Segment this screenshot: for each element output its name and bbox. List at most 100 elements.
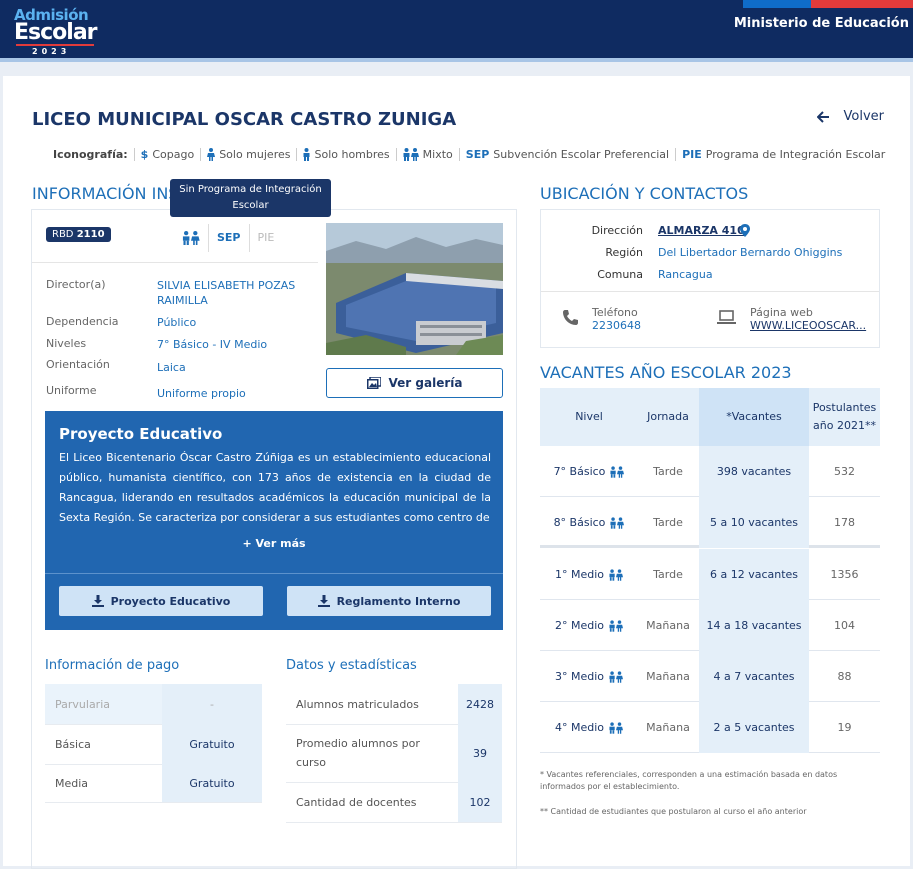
vac-jornada: Tarde [653,568,683,581]
pie-tooltip: Sin Programa de Integración Escolar [170,179,331,217]
mixed-icon [609,721,624,734]
field-key: Orientación [46,358,110,371]
school-photo[interactable] [326,223,503,355]
legend-text: Programa de Integración Escolar [705,148,886,161]
pago-level: Básica [55,737,91,751]
school-name: LICEO MUNICIPAL OSCAR CASTRO ZUNIGA [32,109,457,130]
image-icon [366,377,381,389]
vac-nivel: 2° Medio [554,619,605,632]
arrow-left-icon [816,110,829,123]
legend-mixto: Mixto [395,148,459,161]
pago-value: Gratuito [162,764,262,802]
vac-postulantes: 178 [834,516,855,529]
legend-text: Solo mujeres [219,148,291,161]
header-postulantes: Postulantes año 2021** [812,401,877,432]
iconography-legend: Iconografía: $ Copago Solo mujeres Solo h… [53,148,891,161]
vac-vacantes: 5 a 10 vacantes [699,497,809,548]
pie-chip[interactable]: PIE [248,224,283,252]
table-row: Parvularia - [45,684,262,725]
map-pin-icon[interactable] [740,224,750,237]
program-chips: SEP PIE [174,224,282,252]
rbd-value: 2110 [76,229,105,240]
mixed-icon [610,465,625,478]
web-block: Página web WWW.LICEOOSCAR... [750,306,866,332]
field-key: Niveles [46,337,87,350]
comuna-value: Rancagua [658,268,713,281]
vac-nivel: 8° Básico [553,516,606,529]
legend-text: Solo hombres [314,148,390,161]
download-proyecto-button[interactable]: Proyecto Educativo [59,586,263,616]
web-link[interactable]: WWW.LICEOOSCAR... [750,319,866,332]
table-row: Promedio alumnos por curso 39 [286,724,502,783]
ministry-brand: Ministerio de Educación [734,0,913,40]
region-value: Del Libertador Bernardo Ohiggins [658,246,843,259]
vac-nivel: 3° Medio [554,670,605,683]
vac-postulantes: 1356 [830,568,859,581]
logo-year: 2023 [32,47,71,56]
telefono-label: Teléfono [592,306,638,319]
table-row: 1° Medio Tarde 6 a 12 vacantes 1356 [540,549,880,600]
note-vacantes: * Vacantes referenciales, corresponden a… [540,770,838,791]
vac-jornada: Tarde [653,516,683,529]
direccion-label: Dirección [591,224,643,237]
vac-vacantes: 398 vacantes [699,446,809,497]
proyecto-educativo-panel: Proyecto Educativo El Liceo Bicentenario… [45,411,503,630]
logo-bar [16,44,94,46]
pago-value: Gratuito [162,724,262,764]
download-reglamento-button[interactable]: Reglamento Interno [287,586,491,616]
vac-postulantes: 532 [834,465,855,478]
table-row: 4° Medio Mañana 2 a 5 vacantes 19 [540,702,880,753]
datos-value: 2428 [458,684,502,724]
gallery-label: Ver galería [388,376,463,390]
gallery-button[interactable]: Ver galería [326,368,503,398]
vacantes-header: Nivel Jornada *Vacantes Postulantes año … [540,388,880,446]
vac-vacantes: 14 a 18 vacantes [699,600,809,651]
logo-line2: Escolar [14,20,98,45]
download-icon [91,595,104,607]
ver-mas-link[interactable]: + Ver más [45,537,503,550]
table-row: Básica Gratuito [45,724,262,765]
datos-value: 39 [458,724,502,782]
field-key: Dependencia [46,315,119,328]
female-icon [207,148,216,161]
back-link[interactable]: Volver [816,109,885,124]
comuna-label: Comuna [597,268,643,281]
datos-value: 102 [458,782,502,822]
header-nivel: Nivel [575,410,603,423]
mixed-icon [610,516,625,529]
table-row: 7° Básico Tarde 398 vacantes 532 [540,446,880,497]
vacantes-title: VACANTES AÑO ESCOLAR 2023 [540,363,792,382]
sep-chip[interactable]: SEP [208,224,249,252]
vac-jornada: Tarde [653,465,683,478]
mixed-icon [609,670,624,683]
back-label: Volver [843,109,885,124]
admision-escolar-logo[interactable]: Admisión Escolar 2023 [14,6,104,56]
ubicacion-title: UBICACIÓN Y CONTACTOS [540,184,749,203]
note-postulantes: ** Cantidad de estudiantes que postularo… [540,807,807,816]
field-key: Uniforme [46,384,97,397]
datos-title: Datos y estadísticas [286,658,417,673]
ubicacion-panel: Dirección ALMARZA 410 Región Del Liberta… [540,209,880,348]
field-value: 7° Básico - IV Medio [157,338,268,351]
vac-nivel: 7° Básico [553,465,606,478]
mixed-chip[interactable] [174,224,208,252]
mixed-icon [403,148,419,161]
table-row: 2° Medio Mañana 14 a 18 vacantes 104 [540,600,880,651]
pago-level: Parvularia [45,684,162,724]
legend-hombres: Solo hombres [296,148,395,161]
legend-text: Mixto [422,148,453,161]
legend-text: Subvención Escolar Preferencial [493,148,670,161]
mixed-icon [609,568,624,581]
table-row: 3° Medio Mañana 4 a 7 vacantes 88 [540,651,880,702]
mixed-icon [182,231,200,245]
download-reglamento-label: Reglamento Interno [336,594,461,608]
telefono-value[interactable]: 2230648 [592,319,641,332]
rbd-label: RBD [52,229,74,240]
vac-vacantes: 2 a 5 vacantes [699,702,809,753]
web-label: Página web [750,306,813,319]
direccion-link[interactable]: ALMARZA 410 [658,224,745,237]
datos-label: Promedio alumnos por curso [296,737,420,769]
field-value: Laica [157,361,186,374]
download-icon [317,595,330,607]
proyecto-title: Proyecto Educativo [59,425,223,443]
